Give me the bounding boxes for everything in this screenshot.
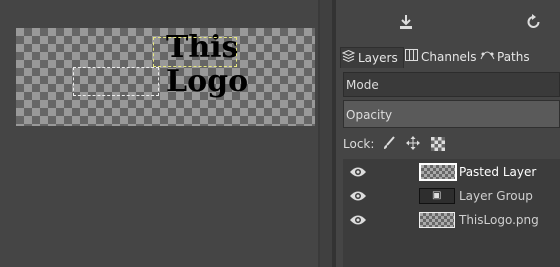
opacity-slider[interactable]: Opacity: [343, 100, 560, 128]
eye-icon[interactable]: [349, 188, 367, 204]
layer-name: ThisLogo.png: [459, 213, 539, 227]
reset-icon[interactable]: [526, 14, 542, 34]
lock-alpha-icon[interactable]: [431, 137, 445, 151]
layer-row-layer-group[interactable]: ▣ Layer Group: [343, 184, 560, 208]
tab-paths[interactable]: Paths: [480, 47, 538, 67]
channels-icon: [404, 47, 419, 67]
tab-paths-label: Paths: [497, 50, 530, 64]
paths-icon: [480, 47, 495, 67]
pasted-layer-boundary: [153, 37, 237, 67]
dock-tabs: Layers Channels Paths: [336, 47, 560, 68]
layers-list[interactable]: Pasted Layer ▣ Layer Group ThisLogo.png: [343, 159, 560, 267]
image-text-logo: Logo: [166, 64, 249, 99]
layer-name: Layer Group: [459, 189, 533, 203]
layer-row-pasted-layer[interactable]: Pasted Layer: [343, 160, 560, 184]
dock-toolbar: [336, 0, 560, 40]
selection-marquee: [73, 67, 159, 96]
tab-channels[interactable]: Channels: [404, 47, 478, 67]
lock-row: Lock:: [343, 136, 445, 152]
eye-icon[interactable]: [349, 212, 367, 228]
lock-pixels-icon[interactable]: [381, 136, 397, 152]
folder-icon: ▣: [419, 188, 455, 204]
mode-label: Mode: [346, 78, 379, 92]
lock-label: Lock:: [343, 137, 375, 151]
tab-channels-label: Channels: [421, 50, 477, 64]
eye-icon[interactable]: [349, 164, 367, 180]
tab-layers-label: Layers: [358, 51, 398, 65]
mode-select[interactable]: Mode: [343, 72, 560, 97]
layer-row-thislogo[interactable]: ThisLogo.png: [343, 208, 560, 232]
layer-name: Pasted Layer: [459, 165, 537, 179]
opacity-label: Opacity: [346, 108, 393, 122]
vertical-scrollbar[interactable]: [320, 0, 332, 267]
export-icon[interactable]: [399, 14, 413, 34]
layers-dock: Layers Channels Paths Mode Opacity Lock:: [336, 0, 560, 267]
tab-layers[interactable]: Layers: [340, 47, 404, 68]
layer-thumbnail: [419, 163, 457, 181]
layers-icon: [341, 48, 356, 68]
image-canvas-area[interactable]: This Logo: [0, 0, 318, 267]
lock-position-icon[interactable]: [405, 136, 421, 152]
layer-thumbnail: [419, 212, 455, 228]
